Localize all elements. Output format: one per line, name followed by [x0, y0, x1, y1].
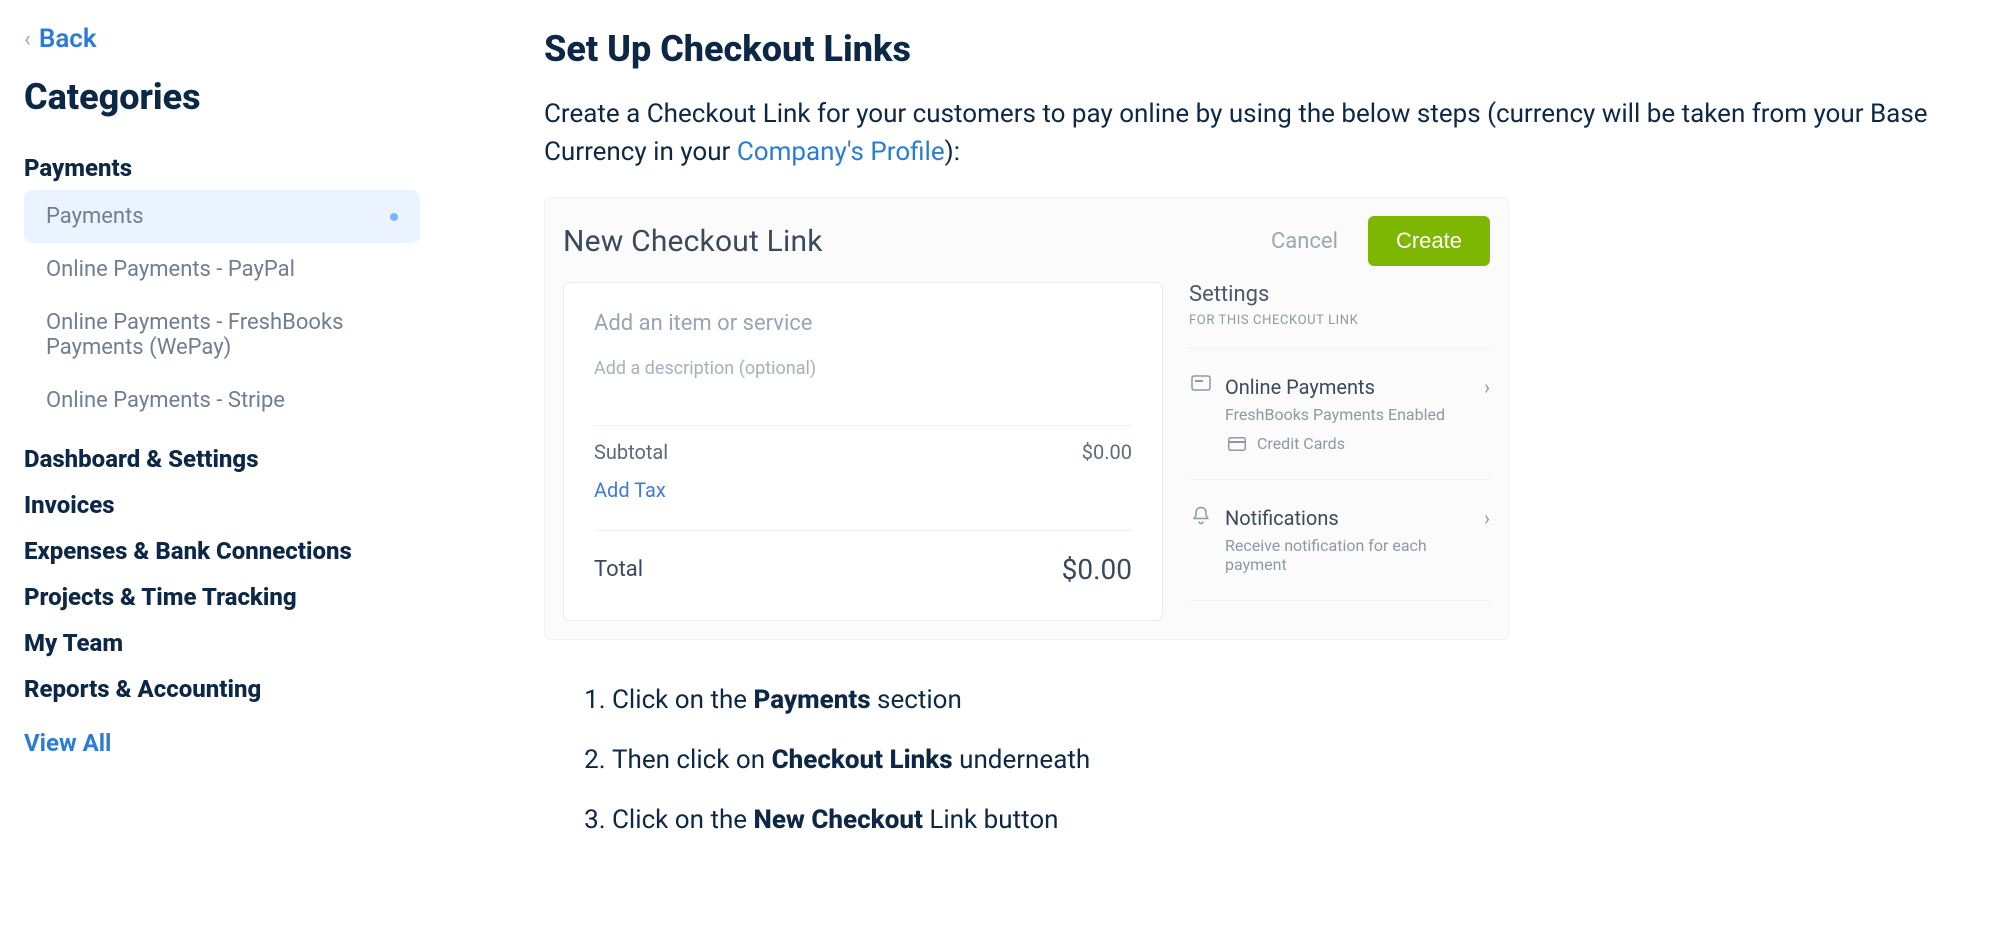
instruction-step: Click on the Payments section	[612, 680, 1971, 722]
cancel-button[interactable]: Cancel	[1271, 229, 1338, 254]
settings-item-meta: Receive notification for each payment	[1225, 536, 1472, 574]
sidebar-item-paypal[interactable]: Online Payments - PayPal	[24, 243, 420, 296]
back-link[interactable]: ‹ Back	[24, 24, 420, 54]
subtotal-amount: $0.00	[1082, 440, 1132, 464]
category-heading-projects[interactable]: Projects & Time Tracking	[24, 583, 420, 611]
mockup-header: New Checkout Link Cancel Create	[563, 216, 1490, 266]
settings-item-meta: FreshBooks Payments Enabled	[1225, 405, 1472, 424]
total-label: Total	[594, 557, 643, 582]
step-text-pre: Click on the	[612, 805, 754, 835]
main-content: Set Up Checkout Links Create a Checkout …	[520, 0, 1999, 887]
credit-card-icon	[1225, 437, 1249, 451]
intro-text-post: ):	[945, 137, 960, 167]
create-button[interactable]: Create	[1368, 216, 1490, 266]
category-heading-reports[interactable]: Reports & Accounting	[24, 675, 420, 703]
add-tax-link[interactable]: Add Tax	[594, 478, 666, 502]
wallet-icon	[1189, 375, 1213, 391]
settings-item-notifications[interactable]: Notifications Receive notification for e…	[1189, 500, 1490, 580]
sidebar-item-label: Online Payments - PayPal	[46, 257, 295, 282]
category-heading-dashboard-settings[interactable]: Dashboard & Settings	[24, 445, 420, 473]
step-text-bold: Payments	[754, 685, 871, 715]
category-heading-payments[interactable]: Payments	[24, 154, 420, 182]
instruction-step: Click on the New Checkout Link button	[612, 800, 1971, 842]
mockup-settings-panel: Settings FOR THIS CHECKOUT LINK Online P…	[1183, 282, 1490, 621]
sidebar-item-label: Online Payments - Stripe	[46, 388, 285, 413]
company-profile-link[interactable]: Company's Profile	[737, 137, 945, 167]
category-subitems: Payments Online Payments - PayPal Online…	[24, 190, 420, 427]
subtotal-row: Subtotal $0.00	[594, 425, 1132, 464]
settings-subtitle: FOR THIS CHECKOUT LINK	[1189, 313, 1490, 328]
intro-paragraph: Create a Checkout Link for your customer…	[544, 96, 1971, 171]
chevron-right-icon: ›	[1484, 375, 1490, 399]
total-amount: $0.00	[1062, 553, 1132, 586]
step-text-post: underneath	[953, 745, 1091, 775]
step-text-bold: New Checkout	[754, 805, 923, 835]
page-title: Set Up Checkout Links	[544, 28, 1971, 70]
total-row: Total $0.00	[594, 530, 1132, 586]
settings-item-meta-2: Credit Cards	[1257, 434, 1345, 453]
category-heading-invoices[interactable]: Invoices	[24, 491, 420, 519]
item-name-input[interactable]: Add an item or service	[594, 311, 812, 336]
categories-title: Categories	[24, 76, 420, 118]
active-indicator-dot-icon	[390, 213, 398, 221]
item-description-input[interactable]: Add a description (optional)	[594, 358, 1132, 379]
settings-item-name: Notifications	[1225, 506, 1472, 530]
sidebar-item-label: Payments	[46, 204, 144, 229]
chevron-left-icon: ‹	[24, 27, 31, 52]
category-heading-expenses[interactable]: Expenses & Bank Connections	[24, 537, 420, 565]
instruction-steps: Click on the Payments section Then click…	[544, 680, 1971, 841]
settings-item-online-payments[interactable]: Online Payments FreshBooks Payments Enab…	[1189, 369, 1490, 459]
view-all-link[interactable]: View All	[24, 729, 111, 757]
subtotal-label: Subtotal	[594, 440, 668, 464]
step-text-post: Link button	[923, 805, 1059, 835]
mockup-title: New Checkout Link	[563, 224, 823, 259]
sidebar-item-wepay[interactable]: Online Payments - FreshBooks Payments (W…	[24, 296, 420, 374]
mockup-item-card: Add an item or service Add a description…	[563, 282, 1163, 621]
settings-item-name: Online Payments	[1225, 375, 1472, 399]
step-text-post: section	[871, 685, 962, 715]
categories-list: Payments Payments Online Payments - PayP…	[24, 154, 420, 703]
sidebar-item-label: Online Payments - FreshBooks Payments (W…	[46, 310, 398, 360]
instruction-step: Then click on Checkout Links underneath	[612, 740, 1971, 782]
sidebar: ‹ Back Categories Payments Payments Onli…	[0, 0, 520, 781]
category-heading-my-team[interactable]: My Team	[24, 629, 420, 657]
back-label: Back	[39, 24, 97, 54]
chevron-right-icon: ›	[1484, 506, 1490, 530]
settings-title: Settings	[1189, 282, 1490, 307]
step-text-pre: Click on the	[612, 685, 754, 715]
step-text-bold: Checkout Links	[772, 745, 953, 775]
step-text-pre: Then click on	[612, 745, 772, 775]
sidebar-item-stripe[interactable]: Online Payments - Stripe	[24, 374, 420, 427]
sidebar-item-payments[interactable]: Payments	[24, 190, 420, 243]
checkout-link-mockup: New Checkout Link Cancel Create Add an i…	[544, 197, 1509, 640]
bell-icon	[1189, 506, 1213, 526]
